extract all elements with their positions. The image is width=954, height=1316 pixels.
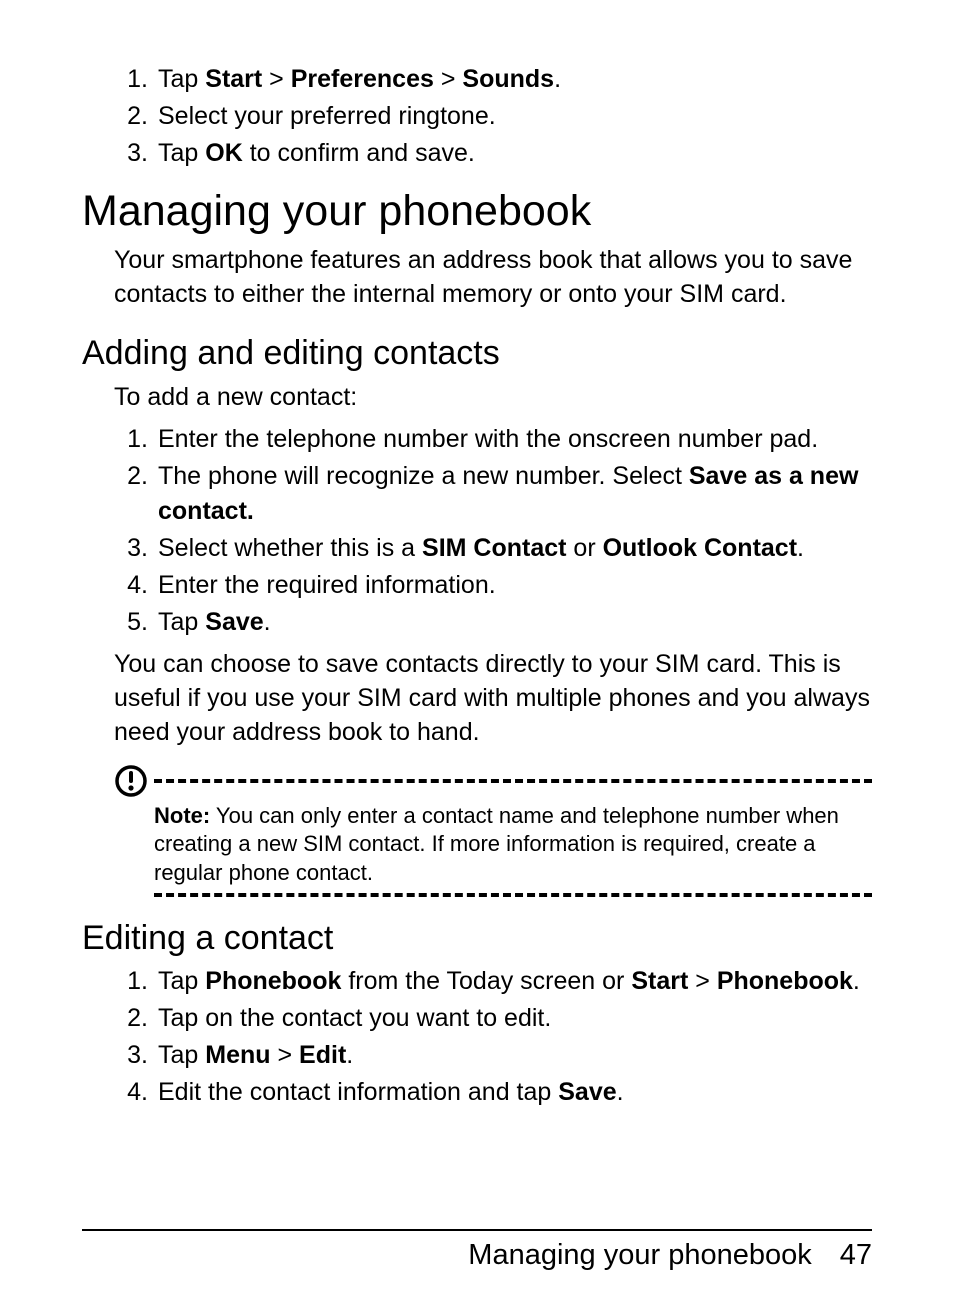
- bold-text: Preferences: [291, 65, 434, 93]
- h1-managing-phonebook: Managing your phonebook: [82, 187, 872, 236]
- list-item: 1. Tap Phonebook from the Today screen o…: [114, 964, 872, 999]
- edit-step-list: 1. Tap Phonebook from the Today screen o…: [114, 964, 872, 1110]
- step-text: Tap OK to confirm and save.: [158, 136, 475, 171]
- step-text: Edit the contact information and tap Sav…: [158, 1075, 624, 1110]
- note-body: You can only enter a contact name and te…: [154, 803, 839, 885]
- step-number: 3.: [114, 531, 158, 566]
- bold-text: Menu: [205, 1041, 270, 1069]
- step-number: 1.: [114, 964, 158, 999]
- step-number: 5.: [114, 605, 158, 640]
- text: .: [617, 1078, 624, 1106]
- step-number: 4.: [114, 568, 158, 603]
- text: >: [262, 65, 291, 93]
- text: Tap: [158, 1041, 205, 1069]
- note-text: Note: You can only enter a contact name …: [154, 802, 872, 888]
- step-number: 1.: [114, 422, 158, 457]
- step-text: Tap Start > Preferences > Sounds.: [158, 62, 561, 97]
- note-block: Note: You can only enter a contact name …: [114, 764, 872, 898]
- step-number: 3.: [114, 136, 158, 171]
- step-text: Select your preferred ringtone.: [158, 99, 496, 134]
- text: or: [566, 534, 602, 562]
- dash-line: [154, 779, 872, 783]
- list-item: 1. Enter the telephone number with the o…: [114, 422, 872, 457]
- bold-text: Edit: [299, 1041, 346, 1069]
- bold-text: Start: [205, 65, 262, 93]
- text: Tap: [158, 139, 205, 167]
- list-item: 2. Select your preferred ringtone.: [114, 99, 872, 134]
- list-item: 3. Select whether this is a SIM Contact …: [114, 531, 872, 566]
- list-item: 5. Tap Save.: [114, 605, 872, 640]
- step-text: Tap Phonebook from the Today screen or S…: [158, 964, 860, 999]
- bold-text: Outlook Contact: [603, 534, 797, 562]
- step-number: 2.: [114, 459, 158, 529]
- dash-line: [154, 893, 872, 897]
- warning-icon: [114, 764, 148, 798]
- add-step-list: 1. Enter the telephone number with the o…: [114, 422, 872, 640]
- h2-adding-editing: Adding and editing contacts: [82, 334, 872, 373]
- text: .: [346, 1041, 353, 1069]
- list-item: 4. Enter the required information.: [114, 568, 872, 603]
- add-intro: To add a new contact:: [114, 381, 872, 415]
- step-text: Enter the telephone number with the onsc…: [158, 422, 818, 457]
- bold-text: Save: [205, 608, 263, 636]
- step-number: 1.: [114, 62, 158, 97]
- text: Edit the contact information and tap: [158, 1078, 558, 1106]
- list-item: 1. Tap Start > Preferences > Sounds.: [114, 62, 872, 97]
- list-item: 3. Tap Menu > Edit.: [114, 1038, 872, 1073]
- footer-row: Managing your phonebook 47: [82, 1239, 872, 1272]
- bold-text: Phone­book: [717, 967, 853, 995]
- text: Select whether this is a: [158, 534, 422, 562]
- list-item: 2. Tap on the contact you want to edit.: [114, 1001, 872, 1036]
- footer-rule: [82, 1229, 872, 1231]
- step-text: Tap Menu > Edit.: [158, 1038, 353, 1073]
- page: 1. Tap Start > Preferences > Sounds. 2. …: [0, 0, 954, 1316]
- text: >: [434, 65, 463, 93]
- bold-text: Start: [631, 967, 688, 995]
- step-text: Tap Save.: [158, 605, 271, 640]
- text: from the Today screen or: [341, 967, 631, 995]
- text: Tap: [158, 65, 205, 93]
- text: .: [264, 608, 271, 636]
- bold-text: Save: [558, 1078, 616, 1106]
- text: .: [797, 534, 804, 562]
- top-step-list: 1. Tap Start > Preferences > Sounds. 2. …: [114, 62, 872, 171]
- text: The phone will recognize a new number. S…: [158, 462, 689, 490]
- page-footer: Managing your phonebook 47: [82, 1229, 872, 1272]
- text: >: [688, 967, 717, 995]
- list-item: 4. Edit the contact information and tap …: [114, 1075, 872, 1110]
- step-number: 2.: [114, 1001, 158, 1036]
- text: .: [554, 65, 561, 93]
- step-text: The phone will recognize a new number. S…: [158, 459, 872, 529]
- h2-editing-contact: Editing a contact: [82, 919, 872, 958]
- list-item: 3. Tap OK to confirm and save.: [114, 136, 872, 171]
- footer-page-number: 47: [840, 1239, 872, 1272]
- intro-paragraph: Your smartphone features an address book…: [114, 244, 872, 312]
- footer-title: Managing your phonebook: [468, 1239, 811, 1272]
- step-number: 2.: [114, 99, 158, 134]
- bold-text: Sounds: [462, 65, 554, 93]
- step-text: Tap on the contact you want to edit.: [158, 1001, 551, 1036]
- bold-text: OK: [205, 139, 243, 167]
- step-number: 3.: [114, 1038, 158, 1073]
- bold-text: SIM Contact: [422, 534, 566, 562]
- bold-text: Phonebook: [205, 967, 341, 995]
- list-item: 2. The phone will recognize a new number…: [114, 459, 872, 529]
- step-text: Enter the required information.: [158, 568, 496, 603]
- note-head: [114, 764, 872, 798]
- note-label: Note:: [154, 803, 210, 828]
- text: Tap: [158, 608, 205, 636]
- step-number: 4.: [114, 1075, 158, 1110]
- sim-paragraph: You can choose to save contacts directly…: [114, 648, 872, 749]
- step-text: Select whether this is a SIM Contact or …: [158, 531, 804, 566]
- text: Tap: [158, 967, 205, 995]
- text: >: [271, 1041, 300, 1069]
- text: .: [853, 967, 860, 995]
- text: to confirm and save.: [243, 139, 475, 167]
